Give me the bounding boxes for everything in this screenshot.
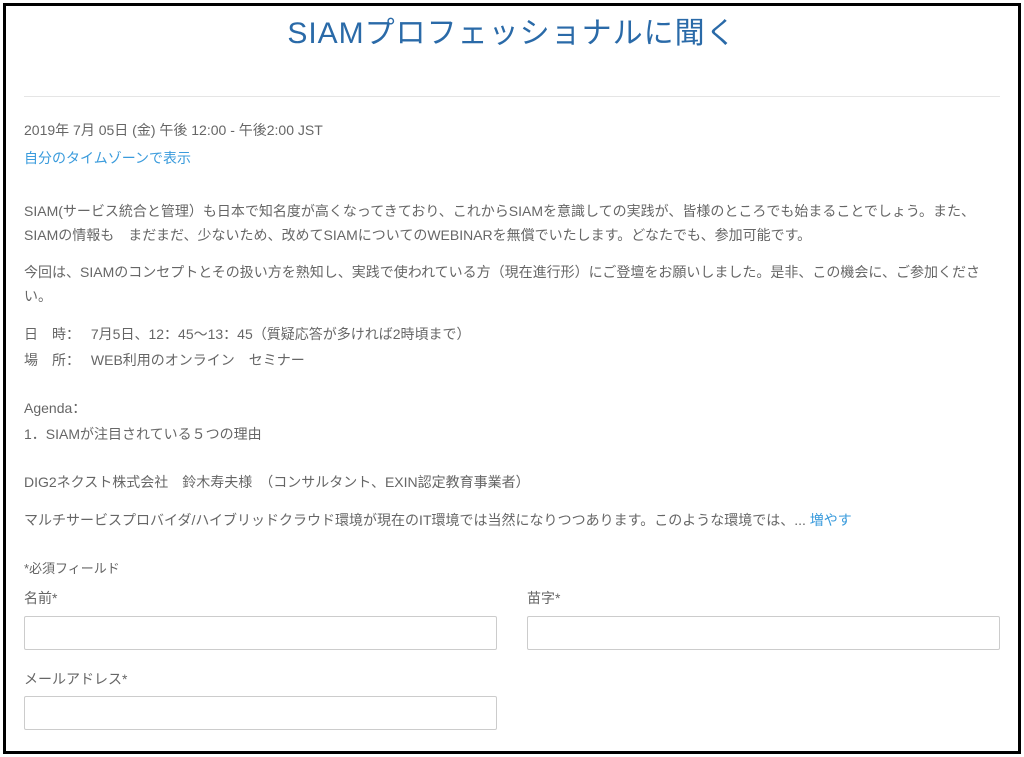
show-more-link[interactable]: 増やす xyxy=(810,512,852,528)
desc-date-detail: 日 時： 7月5日、12：45～13：45（質疑応答が多ければ2時頃まで） xyxy=(24,323,1000,347)
email-input[interactable] xyxy=(24,696,497,730)
event-datetime: 2019年 7月 05日 (金) 午後 12:00 - 午後2:00 JST xyxy=(24,119,1000,141)
event-description: SIAM(サービス統合と管理）も日本で知名度が高くなってきており、これからSIA… xyxy=(24,200,1000,533)
divider xyxy=(24,96,1000,97)
trailing-line: マルチサービスプロバイダ/ハイブリッドクラウド環境が現在のIT環境では当然になり… xyxy=(24,509,1000,533)
first-name-label: 名前* xyxy=(24,587,497,609)
form-row-email: メールアドレス* xyxy=(24,668,497,730)
desc-place-detail: 場 所： WEB利用のオンライン セミナー xyxy=(24,349,1000,373)
trailing-text: マルチサービスプロバイダ/ハイブリッドクラウド環境が現在のIT環境では当然になり… xyxy=(24,512,810,528)
required-field-note: *必須フィールド xyxy=(24,559,1000,580)
last-name-label: 苗字* xyxy=(527,587,1000,609)
desc-paragraph-1: SIAM(サービス統合と管理）も日本で知名度が高くなってきており、これからSIA… xyxy=(24,200,1000,248)
first-name-input[interactable] xyxy=(24,616,497,650)
form-row-name: 名前* 苗字* xyxy=(24,587,1000,649)
agenda-item-1: 1．SIAMが注目されている５つの理由 xyxy=(24,423,1000,447)
page-title: SIAMプロフェッショナルに聞く xyxy=(24,10,1000,58)
email-label: メールアドレス* xyxy=(24,668,497,690)
agenda-label: Agenda： xyxy=(24,397,1000,421)
desc-paragraph-2: 今回は、SIAMのコンセプトとその扱い方を熟知し、実践で使われている方（現在進行… xyxy=(24,261,1000,309)
page-frame: SIAMプロフェッショナルに聞く 2019年 7月 05日 (金) 午後 12:… xyxy=(3,3,1021,754)
last-name-input[interactable] xyxy=(527,616,1000,650)
speaker-line: DIG2ネクスト株式会社 鈴木寿夫様 （コンサルタント、EXIN認定教育事業者） xyxy=(24,471,1000,495)
timezone-link[interactable]: 自分のタイムゾーンで表示 xyxy=(24,147,191,169)
